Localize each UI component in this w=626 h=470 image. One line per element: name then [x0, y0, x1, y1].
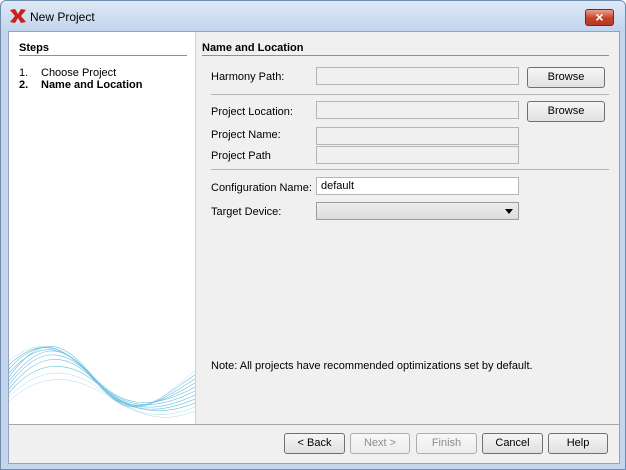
- target-device-label: Target Device:: [211, 206, 282, 218]
- project-name-field[interactable]: [316, 127, 519, 145]
- harmony-path-label: Harmony Path:: [211, 71, 285, 83]
- app-logo-icon: [10, 9, 26, 23]
- separator: [211, 94, 609, 95]
- title-bar[interactable]: New Project ×: [1, 1, 625, 31]
- help-button[interactable]: Help: [548, 433, 608, 454]
- separator: [211, 169, 609, 170]
- project-path-label: Project Path: [211, 150, 271, 162]
- optimization-note: Note: All projects have recommended opti…: [211, 360, 533, 372]
- close-icon: ×: [595, 9, 604, 25]
- step-number: 2.: [19, 79, 29, 91]
- project-name-label: Project Name:: [211, 129, 281, 141]
- chevron-down-icon: [505, 209, 513, 214]
- step-choose-project: 1. Choose Project: [19, 67, 116, 79]
- step-label: Name and Location: [41, 79, 143, 91]
- project-location-label: Project Location:: [211, 106, 293, 118]
- section-divider: [202, 55, 609, 56]
- configuration-name-label: Configuration Name:: [211, 182, 312, 194]
- target-device-select[interactable]: [316, 202, 519, 220]
- finish-button[interactable]: Finish: [416, 433, 477, 454]
- steps-divider: [19, 55, 187, 56]
- harmony-path-browse-button[interactable]: Browse: [527, 67, 605, 88]
- close-button[interactable]: ×: [585, 9, 614, 26]
- step-label: Choose Project: [41, 67, 117, 79]
- project-path-field[interactable]: [316, 146, 519, 164]
- next-button[interactable]: Next >: [350, 433, 410, 454]
- wizard-client-area: Steps 1. Choose Project 2. Name and Locati…: [8, 31, 620, 464]
- step-number: 1.: [19, 67, 29, 79]
- step-name-and-location: 2. Name and Location: [19, 79, 142, 91]
- window-title: New Project: [30, 10, 95, 24]
- section-title: Name and Location: [202, 42, 304, 54]
- project-location-field[interactable]: [316, 101, 519, 119]
- cancel-button[interactable]: Cancel: [482, 433, 543, 454]
- steps-header: Steps: [19, 42, 49, 54]
- harmony-path-field[interactable]: [316, 67, 519, 85]
- project-location-browse-button[interactable]: Browse: [527, 101, 605, 122]
- name-and-location-panel: Name and Location Harmony Path: Browse P…: [196, 32, 619, 424]
- steps-panel: Steps 1. Choose Project 2. Name and Locati…: [9, 32, 196, 424]
- configuration-name-field[interactable]: default: [316, 177, 519, 195]
- button-bar: < Back Next > Finish Cancel Help: [9, 425, 619, 463]
- wave-graphic: [9, 346, 195, 418]
- back-button[interactable]: < Back: [284, 433, 345, 454]
- new-project-window: New Project × Steps 1. Choose Project 2. N…: [0, 0, 626, 470]
